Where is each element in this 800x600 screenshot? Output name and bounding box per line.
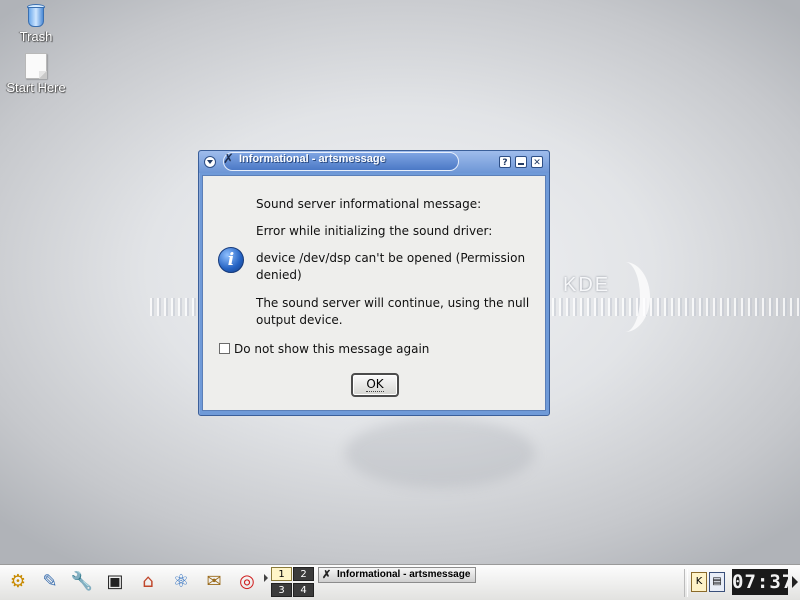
pager-desktop-3[interactable]: 3 xyxy=(271,583,292,597)
dialog-content: Sound server informational message: Erro… xyxy=(202,175,546,411)
ok-button-label: OK xyxy=(366,377,384,392)
pager-desktop-2[interactable]: 2 xyxy=(293,567,314,581)
info-icon: i xyxy=(218,247,244,273)
window-menu-icon[interactable] xyxy=(204,156,216,168)
taskbar-task-artsmessage[interactable]: ✗ Informational - artsmessage xyxy=(318,567,476,583)
desktop-icon-label: Start Here xyxy=(6,80,66,95)
panel-hide-arrow-icon[interactable] xyxy=(792,576,798,588)
message-heading: Sound server informational message: xyxy=(256,197,482,211)
minimize-button[interactable] xyxy=(515,156,527,168)
message-error: Error while initializing the sound drive… xyxy=(256,224,493,238)
checkbox-box[interactable] xyxy=(219,343,230,354)
panel-arrow-icon[interactable] xyxy=(264,574,268,582)
app-x-icon: ✗ xyxy=(223,152,234,167)
ok-button[interactable]: OK xyxy=(351,373,399,397)
help-button[interactable]: ? xyxy=(499,156,511,168)
desktop-icon-trash[interactable]: Trash xyxy=(0,4,72,44)
konqueror-launcher-icon[interactable]: ⚛ xyxy=(169,570,193,594)
dont-show-again-checkbox[interactable]: Do not show this message again xyxy=(219,342,429,356)
home-launcher-icon[interactable]: ⌂ xyxy=(136,570,160,594)
info-dialog: ✗ Informational - artsmessage ? ✕ Sound … xyxy=(198,150,550,416)
kmail-launcher-icon[interactable]: ✉ xyxy=(202,570,226,594)
terminal-launcher-icon[interactable]: ▣ xyxy=(103,570,127,594)
panel-separator xyxy=(684,569,688,597)
document-icon xyxy=(25,53,47,79)
wallpaper-kde-text: KDE xyxy=(563,274,611,296)
wallpaper-streaks-right xyxy=(552,298,800,316)
help-launcher-icon[interactable]: ◎ xyxy=(235,570,259,594)
wallpaper-kde-arc xyxy=(600,262,650,332)
pager-desktop-1[interactable]: 1 xyxy=(271,567,292,581)
desktop-icon-label: Trash xyxy=(19,29,53,44)
taskbar: ⚙ ✎ 🔧 ▣ ⌂ ⚛ ✉ ◎ 1 2 3 4 ✗ Informational -… xyxy=(0,564,800,600)
wallpaper-gear-shadow xyxy=(345,418,535,488)
dialog-titlebar[interactable]: ✗ Informational - artsmessage ? ✕ xyxy=(199,151,549,173)
app-x-icon: ✗ xyxy=(322,569,332,581)
klipper-tray-icon[interactable]: K xyxy=(691,572,707,592)
close-button[interactable]: ✕ xyxy=(531,156,543,168)
control-center-launcher-icon[interactable]: 🔧 xyxy=(70,570,94,594)
message-device: device /dev/dsp can't be opened (Permiss… xyxy=(256,251,526,282)
kmenu-launcher-icon[interactable]: ⚙ xyxy=(6,570,30,594)
wallpaper-streaks-left xyxy=(150,298,200,316)
show-desktop-launcher-icon[interactable]: ✎ xyxy=(38,570,62,594)
clock[interactable]: 07:37 xyxy=(732,569,793,595)
desktop-switcher-tray-icon[interactable]: ▤ xyxy=(709,572,725,592)
desktop: KDE Trash Start Here ✗ Informational - a… xyxy=(0,0,800,600)
checkbox-label: Do not show this message again xyxy=(234,342,430,356)
message-continue: The sound server will continue, using th… xyxy=(256,296,530,327)
trash-icon xyxy=(27,4,45,28)
task-label: Informational - artsmessage xyxy=(337,569,471,580)
desktop-icon-start-here[interactable]: Start Here xyxy=(0,53,72,95)
pager-desktop-4[interactable]: 4 xyxy=(293,583,314,597)
dialog-title: Informational - artsmessage xyxy=(239,153,386,165)
